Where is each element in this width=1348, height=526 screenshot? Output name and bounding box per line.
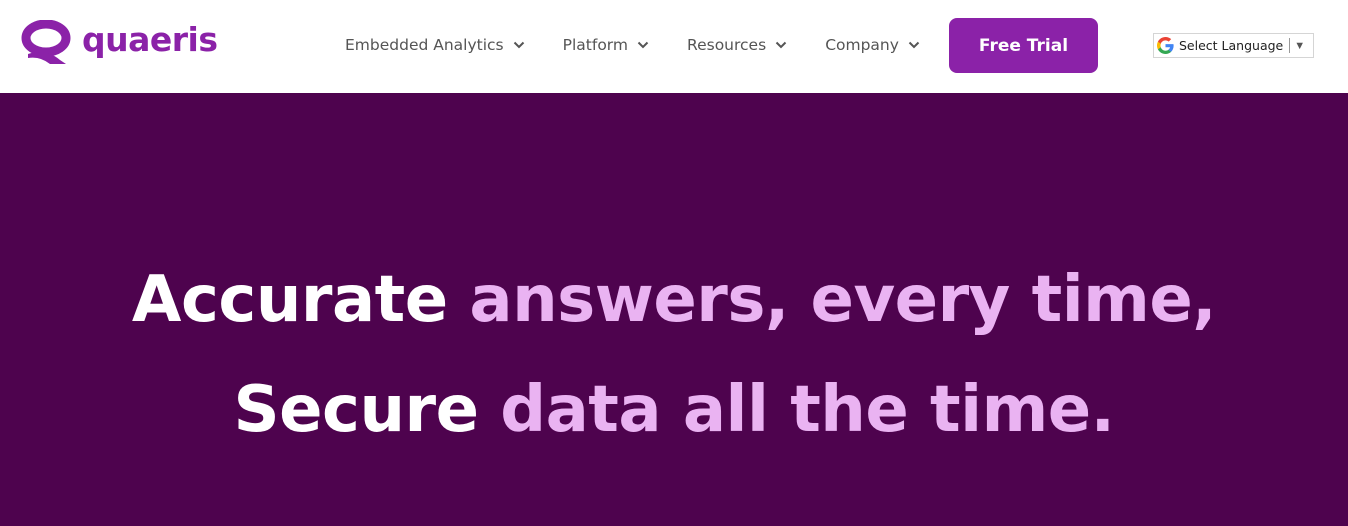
nav-item-embedded-analytics[interactable]: Embedded Analytics: [345, 33, 525, 57]
hero-accent-text: data all the time.: [500, 373, 1115, 447]
hero-accent-text: answers, every time,: [469, 263, 1217, 337]
logo-link[interactable]: quaeris: [20, 20, 218, 64]
chevron-down-icon: [637, 41, 649, 49]
nav-item-company[interactable]: Company: [825, 33, 920, 57]
quaeris-q-icon: [21, 20, 71, 64]
nav-item-platform[interactable]: Platform: [563, 33, 649, 57]
chevron-down-icon: [908, 41, 920, 49]
chevron-down-icon: [513, 41, 524, 49]
google-g-icon: [1157, 37, 1174, 54]
nav-item-resources[interactable]: Resources: [687, 33, 787, 57]
hero-white-text: Accurate: [131, 263, 448, 337]
hero-section: Accurate answers, every time, Secure dat…: [0, 93, 1348, 526]
hero-headline-line-1: Accurate answers, every time,: [0, 263, 1348, 337]
nav-item-label: Company: [825, 36, 899, 54]
language-select[interactable]: Select Language ▼: [1153, 33, 1314, 58]
hero-headline-line-2: Secure data all the time.: [0, 373, 1348, 447]
nav-item-label: Platform: [562, 36, 629, 54]
main-nav: Embedded Analytics Platform Resources Co…: [345, 33, 920, 57]
nav-item-label: Resources: [687, 36, 767, 54]
free-trial-button[interactable]: Free Trial: [949, 18, 1098, 73]
chevron-down-icon: [775, 41, 787, 49]
hero-white-text: Secure: [233, 373, 479, 447]
dropdown-arrow-icon: ▼: [1294, 39, 1306, 52]
language-select-label: Select Language: [1179, 38, 1284, 53]
logo-text: quaeris: [82, 19, 218, 59]
nav-item-label: Embedded Analytics: [345, 36, 504, 54]
site-header: quaeris Embedded Analytics Platform Reso…: [0, 0, 1348, 93]
divider: [1289, 38, 1291, 53]
